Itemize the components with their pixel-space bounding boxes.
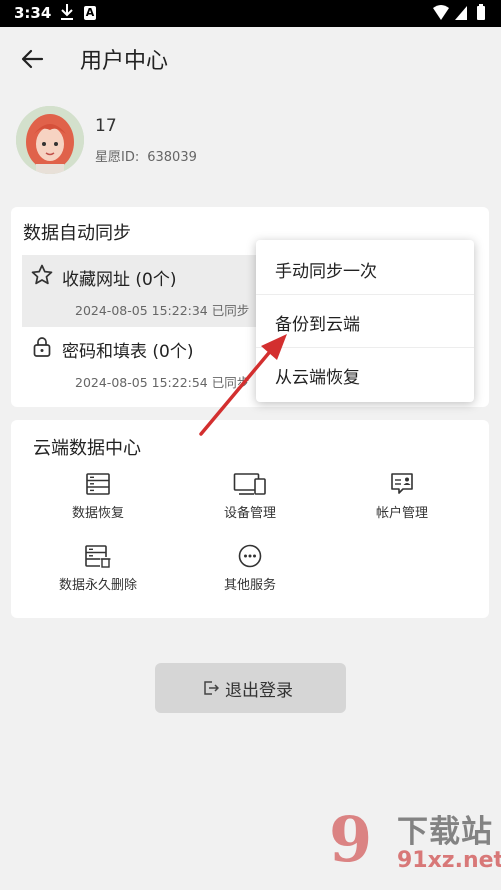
back-arrow-icon[interactable]: [18, 45, 46, 73]
signal-icon: [455, 6, 467, 20]
app-notification-icon: A: [84, 6, 96, 20]
account-card-icon: [391, 473, 413, 494]
watermark-text: 下载站: [397, 814, 493, 850]
annotation-arrow-icon: [199, 334, 287, 436]
status-bar: 3:34 A: [0, 0, 501, 27]
user-id-label: 星愿ID:: [95, 150, 140, 165]
user-id: 星愿ID: 638039: [95, 146, 205, 165]
lock-icon: [33, 337, 51, 357]
menu-item-manual-sync[interactable]: 手动同步一次: [256, 242, 474, 295]
logout-icon: [204, 681, 219, 695]
device-management-button[interactable]: 设备管理: [180, 472, 320, 532]
sync-item-timestamp: 2024-08-05 15:22:34 已同步: [75, 303, 250, 318]
system-icons: [433, 4, 485, 20]
avatar-image: [16, 106, 84, 174]
user-id-value: 638039: [147, 150, 197, 165]
grid-item-label: 其他服务: [223, 578, 276, 593]
sync-item-label: 收藏网址 (0个): [62, 270, 177, 290]
wifi-icon: [433, 5, 449, 20]
star-icon: [31, 264, 53, 285]
more-circle-icon: [238, 544, 262, 568]
sync-item-label: 密码和填表 (0个): [62, 342, 194, 362]
menu-item-label: 手动同步一次: [275, 262, 377, 282]
cloud-data-center-card: 云端数据中心 数据恢复 设备管理 帐户管理 数据永久删除 其他服务: [11, 420, 489, 618]
sync-item-bookmarks[interactable]: 收藏网址 (0个) 2024-08-05 15:22:34 已同步: [22, 255, 268, 327]
auto-sync-title: 数据自动同步: [23, 223, 131, 244]
server-icon: [86, 473, 110, 495]
grid-item-label: 数据恢复: [71, 506, 124, 521]
battery-icon: [477, 6, 485, 20]
account-management-button[interactable]: 帐户管理: [332, 472, 472, 532]
data-restore-button[interactable]: 数据恢复: [28, 472, 168, 532]
watermark-url: 91xz.net: [397, 848, 501, 873]
watermark-logo-icon: 9: [329, 803, 373, 876]
profile-section: 17 星愿ID: 638039: [0, 100, 501, 180]
devices-icon: [233, 473, 266, 495]
app-header: 用户中心: [0, 27, 501, 89]
grid-item-label: 帐户管理: [375, 506, 428, 521]
permanent-delete-button[interactable]: 数据永久删除: [28, 544, 168, 604]
cloud-data-center-title: 云端数据中心: [33, 438, 141, 459]
watermark: 9 下载站 91xz.net: [325, 800, 501, 890]
logout-label: 退出登录: [225, 681, 293, 701]
status-time: 3:34: [14, 4, 52, 22]
server-delete-icon: [85, 545, 111, 568]
page-title: 用户中心: [80, 49, 169, 74]
download-icon: [61, 4, 73, 20]
grid-item-label: 数据永久删除: [58, 578, 137, 593]
logout-button[interactable]: 退出登录: [155, 663, 346, 713]
avatar[interactable]: [16, 106, 84, 174]
grid-item-label: 设备管理: [223, 506, 276, 521]
other-services-button[interactable]: 其他服务: [180, 544, 320, 604]
username: 17: [95, 116, 117, 136]
